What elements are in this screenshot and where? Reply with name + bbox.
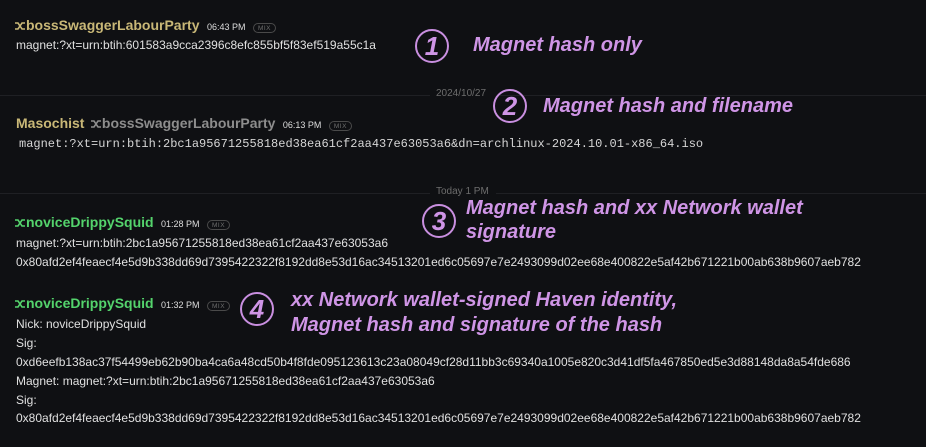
annotation-label: signature: [466, 221, 557, 243]
message-text: magnet:?xt=urn:btih:601583a9cca2396c8efc…: [16, 38, 376, 52]
annotation-label: Magnet hash and filename: [543, 95, 794, 117]
shuffle-icon: [15, 18, 25, 36]
divider-line: [0, 193, 430, 194]
annotation-number-badge: 1: [415, 29, 449, 63]
message-text: magnet:?xt=urn:btih:2bc1a95671255818ed38…: [19, 137, 704, 151]
message-time: 01:28 PM: [161, 219, 200, 229]
message-time: 06:43 PM: [206, 22, 246, 32]
message-header: noviceDrippySquid 01:28 PM MIX: [15, 214, 231, 233]
message-text: 0x80afd2ef4feaecf4e5d9b338dd69d739542232…: [16, 411, 861, 425]
message-text: Sig:: [16, 336, 37, 350]
shuffle-icon: [15, 215, 25, 233]
message-text: 0x80afd2ef4feaecf4e5d9b338dd69d739542232…: [16, 255, 861, 269]
username[interactable]: bossSwaggerLabourParty: [26, 17, 200, 33]
message-text: magnet:?xt=urn:btih:2bc1a95671255818ed38…: [16, 236, 388, 250]
mix-badge: MIX: [328, 121, 352, 131]
message-text: Magnet: magnet:?xt=urn:btih:2bc1a9567125…: [16, 374, 435, 388]
annotation-label: Magnet hash and xx Network wallet: [466, 197, 803, 219]
mix-badge: MIX: [207, 220, 231, 230]
username[interactable]: Masochist: [16, 115, 84, 131]
username-secondary: bossSwaggerLabourParty: [101, 115, 276, 131]
date-divider-label: 2024/10/27: [436, 88, 487, 99]
message-time: 01:32 PM: [161, 300, 200, 310]
divider-line: [0, 95, 430, 96]
shuffle-icon: [90, 116, 101, 134]
divider-line: [496, 193, 926, 194]
message-text: 0xd6eefb138ac37f54499eb62b90ba4ca6a48cd5…: [16, 355, 851, 369]
annotation-number-badge: 4: [240, 292, 274, 326]
mix-badge: MIX: [207, 301, 231, 311]
username[interactable]: noviceDrippySquid: [26, 214, 154, 230]
mix-badge: MIX: [252, 23, 276, 33]
username[interactable]: noviceDrippySquid: [26, 295, 154, 311]
message-time: 06:13 PM: [282, 120, 322, 130]
message-header: Masochist bossSwaggerLabourParty 06:13 P…: [16, 115, 352, 134]
message-text: Sig:: [16, 393, 37, 407]
message-header: bossSwaggerLabourParty 06:43 PM MIX: [15, 17, 276, 36]
annotation-label: xx Network wallet-signed Haven identity,: [291, 289, 678, 311]
message-header: noviceDrippySquid 01:32 PM MIX: [15, 295, 231, 314]
annotation-number-badge: 3: [422, 204, 456, 238]
shuffle-icon: [15, 296, 25, 314]
annotation-number-badge: 2: [493, 89, 527, 123]
annotation-label: Magnet hash only: [473, 34, 642, 56]
message-text: Nick: noviceDrippySquid: [16, 317, 147, 331]
annotation-label: Magnet hash and signature of the hash: [291, 314, 663, 336]
